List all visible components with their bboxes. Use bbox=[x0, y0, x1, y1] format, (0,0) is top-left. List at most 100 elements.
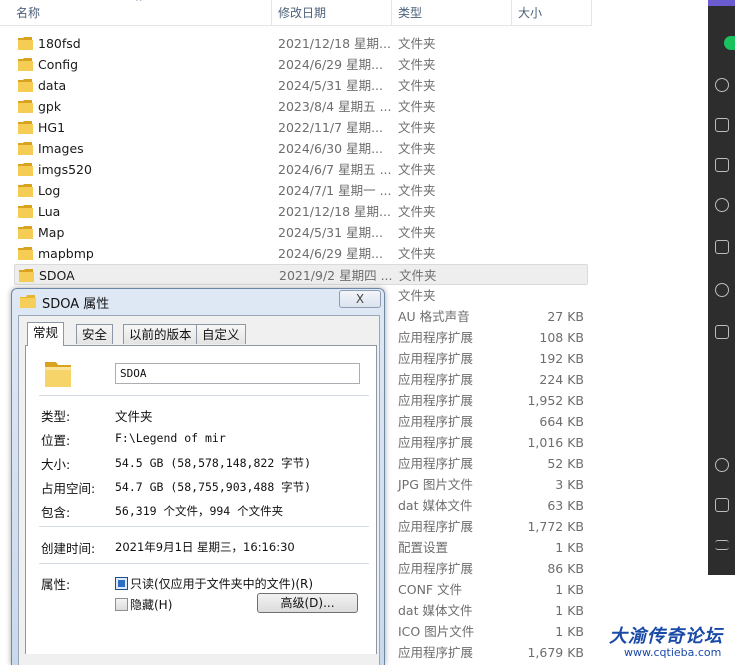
large-folder-icon bbox=[45, 362, 71, 387]
phone-icon[interactable] bbox=[715, 458, 729, 472]
size-value: 54.5 GB (58,578,148,822 字节) bbox=[115, 456, 312, 470]
created-value: 2021年9月1日 星期三，16:16:30 bbox=[115, 540, 295, 554]
hidden-label[interactable]: 隐藏(H) bbox=[130, 596, 172, 613]
file-row[interactable]: Config 2024/6/29 星期... 文件夹 bbox=[14, 54, 588, 75]
folder-icon bbox=[18, 205, 33, 218]
location-value: F:\Legend of mir bbox=[115, 431, 226, 445]
pin-icon[interactable] bbox=[715, 325, 729, 339]
file-type: 文件夹 bbox=[398, 288, 436, 303]
file-type: 文件夹 bbox=[398, 120, 436, 135]
file-name: imgs520 bbox=[38, 162, 92, 177]
file-row[interactable]: mapbmp 2024/6/29 星期... 文件夹 bbox=[14, 243, 588, 264]
readonly-label[interactable]: 只读(仅应用于文件夹中的文件)(R) bbox=[130, 575, 313, 592]
chat-app-icon[interactable] bbox=[724, 36, 735, 50]
column-header-name[interactable]: 名称 bbox=[10, 0, 272, 26]
file-size: 27 KB bbox=[547, 309, 584, 324]
folder-icon[interactable] bbox=[715, 158, 729, 172]
tab-previous-versions[interactable]: 以前的版本 bbox=[123, 324, 198, 344]
file-type: 文件夹 bbox=[399, 268, 437, 283]
file-name: Images bbox=[38, 141, 84, 156]
file-type: 文件夹 bbox=[398, 78, 436, 93]
close-button[interactable]: X bbox=[339, 290, 381, 308]
file-row[interactable]: data 2024/5/31 星期... 文件夹 bbox=[14, 75, 588, 96]
column-header-bar: ^ 名称 修改日期 类型 大小 bbox=[0, 0, 592, 26]
column-header-size[interactable]: 大小 bbox=[512, 0, 592, 26]
tab-general[interactable]: 常规 bbox=[27, 322, 65, 346]
folder-icon bbox=[18, 58, 33, 71]
settings-icon[interactable] bbox=[715, 283, 729, 297]
file-date: 2021/12/18 星期... bbox=[278, 204, 391, 219]
folder-icon bbox=[18, 226, 33, 239]
file-name: SDOA bbox=[39, 268, 75, 283]
file-row[interactable]: gpk 2023/8/4 星期五 ... 文件夹 bbox=[14, 96, 588, 117]
file-type: 文件夹 bbox=[398, 225, 436, 240]
file-size: 1 KB bbox=[555, 603, 584, 618]
divider bbox=[39, 526, 369, 527]
folder-icon bbox=[18, 37, 33, 50]
file-row[interactable]: Log 2024/7/1 星期一 ... 文件夹 bbox=[14, 180, 588, 201]
created-label: 创建时间: bbox=[41, 541, 96, 556]
tab-security[interactable]: 安全 bbox=[76, 324, 114, 344]
hidden-checkbox[interactable] bbox=[115, 598, 128, 611]
folder-icon bbox=[18, 163, 33, 176]
file-type: 应用程序扩展 bbox=[398, 435, 474, 450]
window-icon[interactable] bbox=[715, 498, 729, 512]
aperture-icon[interactable] bbox=[715, 198, 729, 212]
file-name: Config bbox=[38, 57, 79, 72]
properties-dialog: SDOA 属性 X 常规 安全 以前的版本 自定义 SDOA 类型: 文件夹 位… bbox=[11, 288, 385, 665]
file-name: Map bbox=[38, 225, 65, 240]
folder-name-input[interactable]: SDOA bbox=[115, 363, 360, 384]
file-type: AU 格式声音 bbox=[398, 309, 470, 324]
type-label: 类型: bbox=[41, 409, 71, 424]
user-icon[interactable] bbox=[715, 78, 729, 92]
file-type: JPG 图片文件 bbox=[398, 477, 473, 492]
file-type: ICO 图片文件 bbox=[398, 624, 475, 639]
file-date: 2023/8/4 星期五 ... bbox=[278, 99, 392, 114]
close-icon: X bbox=[355, 292, 365, 306]
cube-icon[interactable] bbox=[715, 118, 729, 132]
file-size: 1,772 KB bbox=[527, 519, 584, 534]
divider bbox=[39, 563, 369, 564]
file-row[interactable]: Images 2024/6/30 星期... 文件夹 bbox=[14, 138, 588, 159]
column-header-type[interactable]: 类型 bbox=[392, 0, 512, 26]
file-row[interactable]: imgs520 2024/6/7 星期五 ... 文件夹 bbox=[14, 159, 588, 180]
file-date: 2024/5/31 星期... bbox=[278, 78, 383, 93]
play-icon[interactable] bbox=[715, 240, 729, 254]
file-type: CONF 文件 bbox=[398, 582, 463, 597]
file-type: 文件夹 bbox=[398, 57, 436, 72]
file-row[interactable]: Map 2024/5/31 星期... 文件夹 bbox=[14, 222, 588, 243]
file-type: 应用程序扩展 bbox=[398, 330, 474, 345]
folder-icon bbox=[18, 247, 33, 260]
general-tab-page: SDOA 类型: 文件夹 位置: F:\Legend of mir 大小: 54… bbox=[25, 345, 377, 654]
contains-value: 56,319 个文件，994 个文件夹 bbox=[115, 504, 284, 518]
file-type: 应用程序扩展 bbox=[398, 645, 474, 660]
file-row[interactable]: 180fsd 2021/12/18 星期... 文件夹 bbox=[14, 33, 588, 54]
file-name: Lua bbox=[38, 204, 61, 219]
tab-customize[interactable]: 自定义 bbox=[196, 324, 246, 344]
folder-icon bbox=[19, 269, 34, 282]
file-date: 2021/9/2 星期四 ... bbox=[279, 268, 393, 283]
file-size: 3 KB bbox=[555, 477, 584, 492]
readonly-checkbox[interactable] bbox=[115, 577, 128, 590]
file-size: 86 KB bbox=[547, 561, 584, 576]
file-name: data bbox=[38, 78, 67, 93]
file-type: 配置设置 bbox=[398, 540, 449, 555]
advanced-button[interactable]: 高级(D)... bbox=[257, 593, 358, 613]
file-date: 2022/11/7 星期... bbox=[278, 120, 383, 135]
file-row[interactable]: Lua 2021/12/18 星期... 文件夹 bbox=[14, 201, 588, 222]
file-name: Log bbox=[38, 183, 61, 198]
file-row[interactable]: SDOA 2021/9/2 星期四 ... 文件夹 bbox=[14, 264, 588, 285]
menu-icon[interactable] bbox=[715, 540, 729, 550]
contains-label: 包含: bbox=[41, 505, 71, 520]
file-size: 108 KB bbox=[539, 330, 584, 345]
folder-icon bbox=[18, 121, 33, 134]
size-on-disk-value: 54.7 GB (58,755,903,488 字节) bbox=[115, 480, 312, 494]
file-date: 2024/6/7 星期五 ... bbox=[278, 162, 392, 177]
file-size: 224 KB bbox=[539, 372, 584, 387]
watermark-url: www.cqtieba.com bbox=[624, 646, 722, 659]
file-size: 52 KB bbox=[547, 456, 584, 471]
file-row[interactable]: HG1 2022/11/7 星期... 文件夹 bbox=[14, 117, 588, 138]
file-date: 2024/7/1 星期一 ... bbox=[278, 183, 392, 198]
file-type: 文件夹 bbox=[398, 204, 436, 219]
column-header-date[interactable]: 修改日期 bbox=[272, 0, 392, 26]
